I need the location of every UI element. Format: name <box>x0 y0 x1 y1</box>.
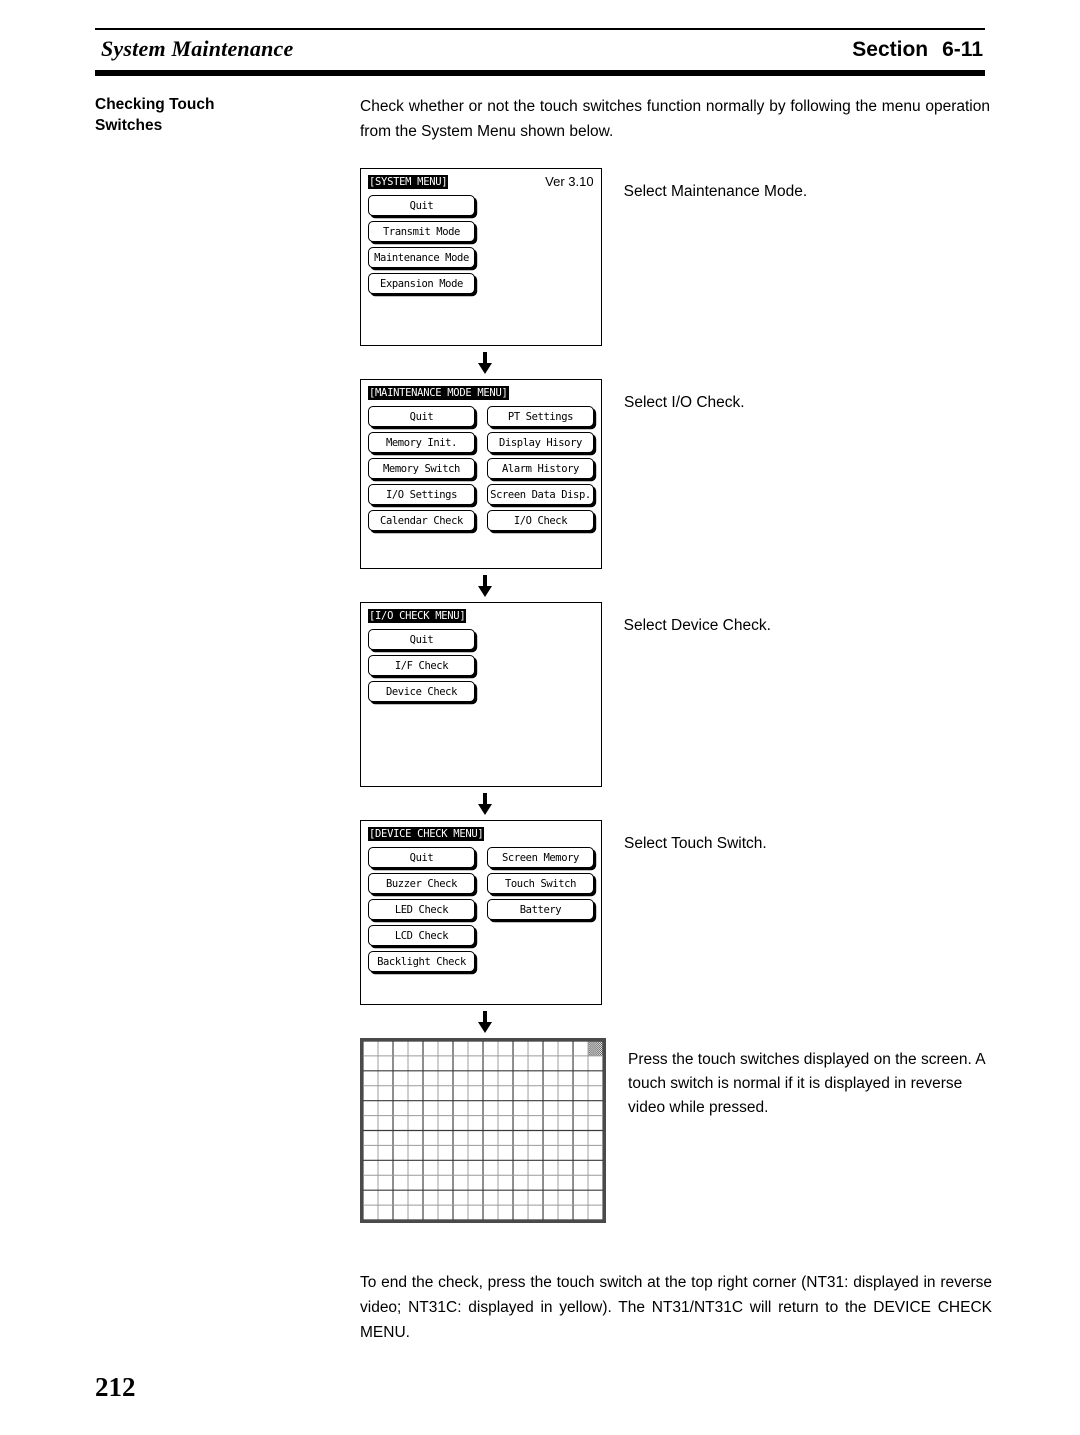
pt-button-column: Screen Memory Touch Switch Battery <box>487 847 594 972</box>
flow-step: [DEVICE CHECK MENU] Quit Buzzer Check LED C… <box>360 820 990 1005</box>
pt-menu-button[interactable]: Backlight Check <box>368 951 475 972</box>
section-label: Section <box>852 38 929 61</box>
flow-step: [SYSTEM MENU] Ver 3.10 Quit Transmit Mode Ma… <box>360 168 990 346</box>
arrow-down-icon <box>478 575 492 597</box>
pt-menu-button[interactable]: Battery <box>487 899 594 920</box>
arrow-head <box>478 804 492 815</box>
pt-menu-button[interactable]: Transmit Mode <box>368 221 475 242</box>
pt-menu-button[interactable]: Calendar Check <box>368 510 475 531</box>
pt-menu-button[interactable]: Quit <box>368 847 475 868</box>
arrow-down-icon <box>478 793 492 815</box>
intro-body-text: Check whether or not the touch switches … <box>360 98 990 140</box>
flow-arrow <box>360 1005 610 1038</box>
touch-grid-highlighted-cell <box>588 1041 604 1056</box>
pt-screen-titlebar: [MAINTENANCE MODE MENU] <box>368 386 594 402</box>
pt-screen-titlebar: [DEVICE CHECK MENU] <box>368 827 594 843</box>
pt-menu-button[interactable]: PT Settings <box>487 406 594 427</box>
menu-flow-diagram: [SYSTEM MENU] Ver 3.10 Quit Transmit Mode Ma… <box>360 168 990 1223</box>
pt-button-columns: Quit Buzzer Check LED Check LCD Check Backli… <box>368 847 594 972</box>
pt-menu-button[interactable]: LCD Check <box>368 925 475 946</box>
section-number: 6-11 <box>942 38 983 61</box>
flow-arrow <box>360 346 610 379</box>
pt-version-label: Ver 3.10 <box>545 174 594 189</box>
pt-screen-titlebar: [SYSTEM MENU] Ver 3.10 <box>368 175 594 191</box>
side-title-line-2: Switches <box>95 117 163 134</box>
flow-step-body: [DEVICE CHECK MENU] Quit Buzzer Check LED C… <box>360 820 990 1005</box>
flow-step: Press the touch switches displayed on th… <box>360 1038 990 1223</box>
pt-menu-button[interactable]: Memory Switch <box>368 458 475 479</box>
pt-screen-titlebar: [I/O CHECK MENU] <box>368 609 594 625</box>
flow-step-caption: Select Touch Switch. <box>624 835 767 852</box>
pt-button-column: Quit Buzzer Check LED Check LCD Check Backli… <box>368 847 475 972</box>
intro-block: Checking Touch Switches Check whether or… <box>95 94 990 144</box>
section-reference: Section 6-11 <box>852 38 983 62</box>
flow-step-body: [SYSTEM MENU] Ver 3.10 Quit Transmit Mode Ma… <box>360 168 990 346</box>
touch-grid-svg <box>363 1041 604 1220</box>
pt-menu-button[interactable]: Screen Memory <box>487 847 594 868</box>
pt-button-column: PT Settings Display Hisory Alarm History Sc… <box>487 406 594 531</box>
touch-grid-caption: Press the touch switches displayed on th… <box>628 1051 985 1116</box>
pt-menu-button[interactable]: Touch Switch <box>487 873 594 894</box>
flow-step-body: [MAINTENANCE MODE MENU] Quit Memory Init. M… <box>360 379 990 569</box>
pt-menu-button[interactable]: Quit <box>368 195 475 216</box>
running-head-title: System Maintenance <box>101 36 294 61</box>
pt-menu-button[interactable]: I/F Check <box>368 655 475 676</box>
header-rule-bottom <box>95 70 985 76</box>
pt-menu-button[interactable]: Display Hisory <box>487 432 594 453</box>
closing-paragraph: To end the check, press the touch switch… <box>360 1274 992 1341</box>
pt-button-columns: Quit Transmit Mode Maintenance Mode Expansi… <box>368 195 594 294</box>
pt-menu-button[interactable]: Buzzer Check <box>368 873 475 894</box>
flow-step-caption: Select Device Check. <box>623 617 771 634</box>
pt-menu-button[interactable]: Device Check <box>368 681 475 702</box>
pt-menu-button[interactable]: Memory Init. <box>368 432 475 453</box>
page-number: 212 <box>95 1372 136 1402</box>
arrow-head <box>478 1022 492 1033</box>
pt-menu-button[interactable]: LED Check <box>368 899 475 920</box>
pt-menu-button[interactable]: Screen Data Disp. <box>487 484 594 505</box>
flow-step-caption: Select Maintenance Mode. <box>623 183 808 200</box>
pt-menu-button[interactable]: Quit <box>368 406 475 427</box>
arrow-down-icon <box>478 352 492 374</box>
page-header: System Maintenance Section 6-11 <box>95 28 985 76</box>
flow-step-body: [I/O CHECK MENU] Quit I/F Check Device Chec… <box>360 602 990 787</box>
pt-screen-panel: [MAINTENANCE MODE MENU] Quit Memory Init. M… <box>360 379 602 569</box>
flow-step-caption: Select I/O Check. <box>624 394 745 411</box>
flow-step: [MAINTENANCE MODE MENU] Quit Memory Init. M… <box>360 379 990 569</box>
pt-screen-panel: [I/O CHECK MENU] Quit I/F Check Device Chec… <box>360 602 602 787</box>
flow-step-body: Press the touch switches displayed on th… <box>360 1038 990 1223</box>
pt-screen-panel: [DEVICE CHECK MENU] Quit Buzzer Check LED C… <box>360 820 602 1005</box>
pt-menu-button[interactable]: Expansion Mode <box>368 273 475 294</box>
pt-screen-title: [SYSTEM MENU] <box>368 175 449 189</box>
pt-screen-title: [I/O CHECK MENU] <box>368 609 467 623</box>
pt-menu-button[interactable]: I/O Settings <box>368 484 475 505</box>
pt-menu-button[interactable]: I/O Check <box>487 510 594 531</box>
pt-button-column: Quit I/F Check Device Check <box>368 629 475 702</box>
side-title-line-1: Checking Touch <box>95 96 215 113</box>
arrow-down-icon <box>478 1011 492 1033</box>
flow-arrow <box>360 569 610 602</box>
section-side-title: Checking Touch Switches <box>95 94 360 144</box>
pt-button-column: Quit Memory Init. Memory Switch I/O Setting… <box>368 406 475 531</box>
pt-button-columns: Quit Memory Init. Memory Switch I/O Setting… <box>368 406 594 531</box>
touch-switch-grid-screen[interactable] <box>360 1038 607 1223</box>
flow-step: [I/O CHECK MENU] Quit I/F Check Device Chec… <box>360 602 990 787</box>
pt-screen-panel: [SYSTEM MENU] Ver 3.10 Quit Transmit Mode Ma… <box>360 168 602 346</box>
pt-menu-button[interactable]: Quit <box>368 629 475 650</box>
pt-screen-title: [MAINTENANCE MODE MENU] <box>368 386 509 400</box>
arrow-head <box>478 586 492 597</box>
pt-menu-button[interactable]: Alarm History <box>487 458 594 479</box>
closing-note: To end the check, press the touch switch… <box>360 1270 992 1345</box>
pt-button-columns: Quit I/F Check Device Check <box>368 629 594 702</box>
arrow-head <box>478 363 492 374</box>
pt-button-column: Quit Transmit Mode Maintenance Mode Expansi… <box>368 195 475 294</box>
header-row: System Maintenance Section 6-11 <box>95 30 985 70</box>
flow-arrow <box>360 787 610 820</box>
pt-screen-title: [DEVICE CHECK MENU] <box>368 827 485 841</box>
pt-menu-button[interactable]: Maintenance Mode <box>368 247 475 268</box>
